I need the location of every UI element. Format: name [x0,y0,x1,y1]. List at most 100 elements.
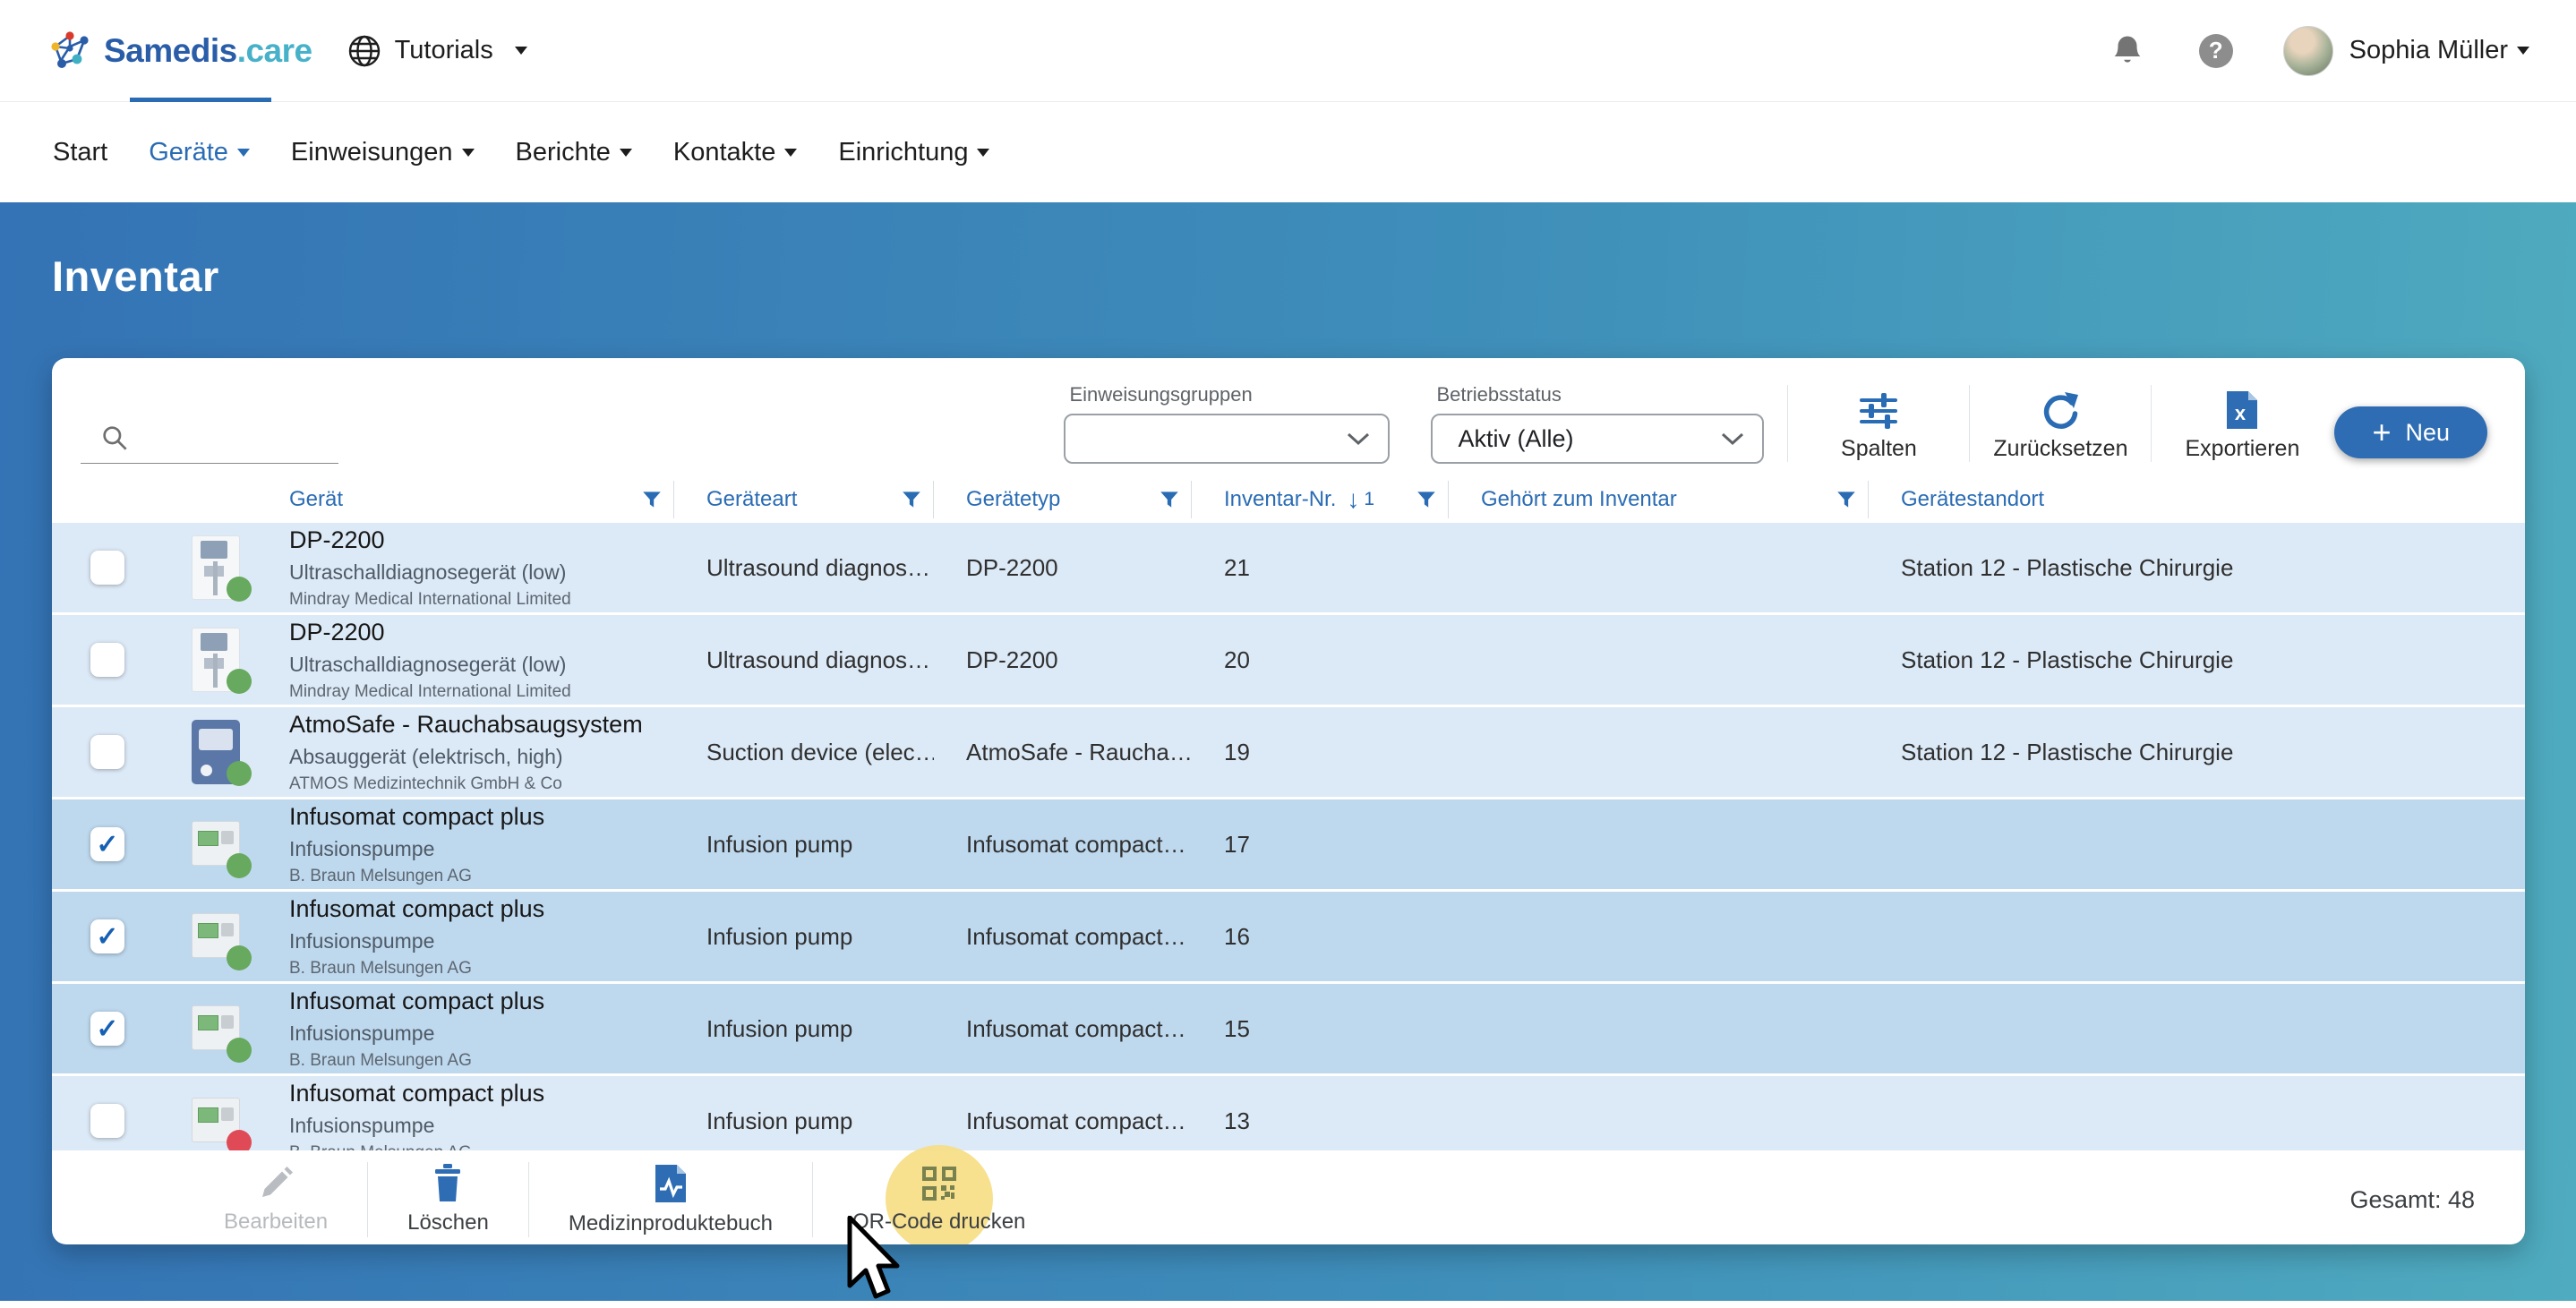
chevron-down-icon [1347,432,1370,446]
cell-geraeteart: Infusion pump [706,830,853,858]
table-row[interactable]: ✓ Infusomat compact plus Infusionspumpe B.… [52,892,2525,984]
table-row[interactable]: ✓ Infusomat compact plus Infusionspumpe B.… [52,1076,2525,1150]
row-checkbox[interactable]: ✓ [90,919,124,953]
row-checkbox[interactable]: ✓ [90,1104,124,1138]
status-dot [226,669,252,694]
cell-inventar-nr: 21 [1224,553,1250,581]
filter-icon[interactable] [1158,488,1181,511]
columns-button[interactable]: Spalten [1811,391,1946,464]
avatar[interactable] [2282,25,2333,76]
device-thumbnail [191,720,252,786]
edit-button[interactable]: Bearbeiten [184,1165,367,1235]
search-icon [103,426,127,450]
table-row[interactable]: ✓ DP-2200 Ultraschalldiagnosegerät (low) M… [52,615,2525,707]
nav-item-einweisungen[interactable]: Einweisungen [291,138,475,167]
column-header-geraeteart[interactable]: Geräteart [674,476,934,523]
cell-geraetetyp: Infusomat compact… [966,1014,1186,1042]
filter-icon[interactable] [1835,488,1858,511]
row-checkbox[interactable]: ✓ [90,551,124,585]
filter-icon[interactable] [640,488,663,511]
search-box[interactable] [81,413,338,464]
help-icon: ? [2208,37,2223,64]
betriebsstatus-select[interactable]: Aktiv (Alle) [1431,414,1765,464]
device-thumbnail [191,996,252,1063]
row-checkbox[interactable]: ✓ [90,735,124,769]
device-thumbnail [191,535,252,602]
tutorials-menu[interactable]: Tutorials [347,33,527,69]
delete-button[interactable]: Löschen [368,1164,528,1235]
new-button[interactable]: + Neu [2334,406,2487,458]
row-checkbox[interactable]: ✓ [90,827,124,861]
betriebsstatus-value: Aktiv (Alle) [1458,424,1574,452]
cell-inventar-nr: 15 [1224,1014,1250,1042]
column-header-geraetetyp[interactable]: Gerätetyp [934,476,1192,523]
einweisungsgruppen-select[interactable] [1064,414,1391,464]
column-header-geraetestandort[interactable]: Gerätestandort [1869,476,2525,523]
checkmark-icon: ✓ [96,921,119,952]
nav-item-geraete[interactable]: Geräte [149,138,250,167]
divider [1969,385,1971,462]
row-checkbox[interactable]: ✓ [90,643,124,677]
nav-item-einrichtung[interactable]: Einrichtung [838,138,990,167]
betriebsstatus-label: Betriebsstatus [1436,383,1562,406]
sort-order: 1 [1364,489,1375,509]
nav-item-berichte[interactable]: Berichte [516,138,632,167]
table-controls: Einweisungsgruppen Betriebsstatus Aktiv … [52,358,2525,464]
table-row[interactable]: ✓ Infusomat compact plus Infusionspumpe B.… [52,984,2525,1076]
device-category: Infusionspumpe [289,928,435,953]
user-menu[interactable]: Sophia Müller [2349,36,2529,65]
nav-item-kontakte[interactable]: Kontakte [673,138,798,167]
table-row[interactable]: ✓ Infusomat compact plus Infusionspumpe B.… [52,799,2525,892]
einweisungsgruppen-filter: Einweisungsgruppen [1064,383,1391,464]
cell-geraetetyp: DP-2200 [966,645,1058,673]
filter-icon[interactable] [900,488,923,511]
device-log-icon [655,1165,686,1202]
device-log-button[interactable]: Medizinproduktebuch [529,1163,812,1236]
cell-inventar-nr: 16 [1224,922,1250,950]
table-row[interactable]: ✓ AtmoSafe - Rauchabsaugsystem Absauggerä… [52,707,2525,799]
status-dot [226,577,252,602]
edit-icon [262,1167,294,1197]
total-count: Gesamt: 48 [2349,1185,2475,1213]
device-manufacturer: ATMOS Medizintechnik GmbH & Co [289,774,562,793]
caret-down-icon [977,148,990,157]
nav-item-start[interactable]: Start [53,138,107,167]
svg-text:x: x [2235,402,2247,424]
bell-icon [2114,36,2141,63]
betriebsstatus-filter: Betriebsstatus Aktiv (Alle) [1431,383,1765,464]
reset-button[interactable]: Zurücksetzen [1993,391,2127,464]
device-category: Ultraschalldiagnosegerät (low) [289,560,567,584]
device-thumbnail [191,628,252,694]
cell-inventar-nr: 20 [1224,645,1250,673]
filter-icon[interactable] [1415,488,1438,511]
search-input[interactable] [129,423,338,452]
cell-inventar-nr: 13 [1224,1107,1250,1134]
table-row[interactable]: ✓ DP-2200 Ultraschalldiagnosegerät (low) M… [52,523,2525,615]
export-button[interactable]: x Exportieren [2175,389,2309,464]
delete-icon [435,1164,461,1201]
row-checkbox[interactable]: ✓ [90,1012,124,1046]
device-category: Infusionspumpe [289,836,435,860]
device-thumbnail [191,812,252,878]
column-header-inventar-nr[interactable]: Inventar-Nr. ↓ 1 [1192,476,1449,523]
brand-logo[interactable]: Samedis.care [47,28,312,74]
new-label: Neu [2405,418,2450,446]
columns-icon [1860,393,1898,429]
status-dot [226,853,252,878]
sort-indicator[interactable]: ↓ 1 [1347,487,1374,512]
print-qr-button[interactable]: QR-Code drucken [813,1165,1065,1235]
einweisungsgruppen-label: Einweisungsgruppen [1069,383,1253,406]
page-background: Inventar Einweisungsgruppen Betriebsstat… [0,202,2576,1301]
device-name: Infusomat compact plus [289,894,545,922]
column-header-gehoert-zum-inventar[interactable]: Gehört zum Inventar [1449,476,1869,523]
device-name: Infusomat compact plus [289,1079,545,1107]
device-thumbnail [191,904,252,970]
chevron-down-icon [1721,432,1744,446]
status-dot [226,945,252,970]
column-header-geraet[interactable]: Gerät [280,476,674,523]
cell-geraetetyp: Infusomat compact… [966,1107,1186,1134]
caret-down-icon [514,47,527,55]
cell-geraeteart: Suction device (elec… [706,738,934,765]
help-button[interactable]: ? [2198,33,2233,68]
notifications-button[interactable] [2111,33,2144,69]
